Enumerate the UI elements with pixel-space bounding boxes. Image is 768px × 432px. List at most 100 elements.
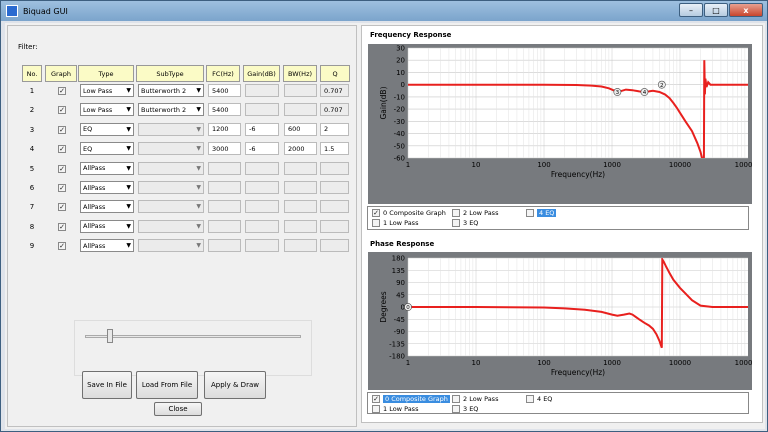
graph-checkbox[interactable]: ✓ bbox=[58, 125, 66, 134]
legend-checkbox[interactable]: ✓ bbox=[372, 209, 380, 217]
dropdown-arrow-icon[interactable]: ▼ bbox=[196, 106, 201, 113]
graph-checkbox[interactable]: ✓ bbox=[58, 242, 66, 251]
dropdown-arrow-icon[interactable]: ▼ bbox=[126, 223, 131, 230]
fc-input[interactable] bbox=[208, 200, 241, 214]
y-tick-label: -135 bbox=[389, 340, 405, 348]
q-input[interactable]: 2 bbox=[320, 122, 349, 136]
dropdown-arrow-icon[interactable]: ▼ bbox=[126, 203, 131, 210]
legend-item[interactable]: 4 EQ bbox=[526, 395, 552, 403]
subtype-select[interactable]: Butterworth 2 ▼ bbox=[138, 103, 204, 117]
type-select[interactable]: Low Pass ▼ bbox=[80, 103, 134, 117]
bw-input[interactable]: 600 bbox=[284, 122, 317, 136]
type-select[interactable]: EQ ▼ bbox=[80, 122, 134, 136]
fc-input[interactable]: 5400 bbox=[208, 84, 241, 97]
type-select[interactable]: EQ ▼ bbox=[80, 142, 134, 156]
gain-input bbox=[245, 219, 279, 233]
type-select[interactable]: AllPass ▼ bbox=[80, 161, 134, 175]
legend-item[interactable]: ✓ 0 Composite Graph bbox=[372, 395, 450, 403]
fc-input[interactable] bbox=[208, 181, 241, 194]
x-tick-label: 1 bbox=[406, 161, 410, 169]
gain-input bbox=[245, 161, 279, 175]
legend-checkbox[interactable] bbox=[526, 209, 534, 217]
subtype-select[interactable]: Butterworth 2 ▼ bbox=[138, 84, 204, 97]
fc-input[interactable]: 3000 bbox=[208, 142, 241, 156]
q-input bbox=[320, 200, 349, 214]
gain-input bbox=[245, 103, 279, 117]
gain-header: Gain(dB) bbox=[243, 65, 280, 82]
app-icon bbox=[6, 5, 18, 17]
row-number: 9 bbox=[29, 242, 35, 251]
minimize-button[interactable]: – bbox=[679, 3, 703, 17]
legend-checkbox[interactable] bbox=[526, 395, 534, 403]
fc-input[interactable]: 1200 bbox=[208, 122, 241, 136]
graph-checkbox[interactable]: ✓ bbox=[58, 184, 66, 192]
apply-draw-button[interactable]: Apply & Draw bbox=[204, 371, 266, 399]
maximize-button[interactable]: □ bbox=[704, 3, 728, 17]
subtype-select: ▼ bbox=[138, 219, 204, 233]
row-number: 7 bbox=[29, 203, 35, 212]
fc-input[interactable] bbox=[208, 219, 241, 233]
graph-checkbox[interactable]: ✓ bbox=[58, 145, 66, 154]
legend-item[interactable]: 2 Low Pass bbox=[452, 209, 498, 217]
type-select[interactable]: AllPass ▼ bbox=[80, 200, 134, 214]
filter-marker-label: 0 bbox=[406, 305, 410, 311]
legend-checkbox[interactable] bbox=[452, 405, 460, 413]
legend-checkbox[interactable] bbox=[452, 395, 460, 403]
type-select[interactable]: AllPass ▼ bbox=[80, 239, 134, 253]
gain-input bbox=[245, 181, 279, 194]
dropdown-arrow-icon[interactable]: ▼ bbox=[126, 145, 131, 152]
legend-item[interactable]: 3 EQ bbox=[452, 219, 478, 227]
dropdown-arrow-icon: ▼ bbox=[196, 145, 201, 153]
dropdown-arrow-icon[interactable]: ▼ bbox=[126, 242, 131, 249]
legend-item[interactable]: ✓ 0 Composite Graph bbox=[372, 209, 446, 217]
close-window-button[interactable]: x bbox=[729, 3, 763, 17]
x-axis-label: Frequency(Hz) bbox=[551, 368, 605, 377]
save-in-file-button[interactable]: Save In File bbox=[82, 371, 132, 399]
fc-input[interactable]: 5400 bbox=[208, 103, 241, 117]
q-input bbox=[320, 181, 349, 194]
bw-header: BW(Hz) bbox=[283, 65, 317, 82]
close-button[interactable]: Close bbox=[154, 402, 202, 416]
graph-checkbox[interactable]: ✓ bbox=[58, 222, 66, 231]
legend-item[interactable]: 4 EQ bbox=[526, 209, 557, 217]
legend-checkbox[interactable] bbox=[452, 209, 460, 217]
bw-input[interactable]: 2000 bbox=[284, 142, 317, 156]
q-input[interactable]: 1.5 bbox=[320, 142, 349, 156]
title-bar[interactable]: Biquad GUI – □ x bbox=[1, 1, 767, 21]
fc-input[interactable] bbox=[208, 161, 241, 175]
graph-checkbox[interactable]: ✓ bbox=[58, 203, 66, 212]
type-select[interactable]: AllPass ▼ bbox=[80, 181, 134, 194]
legend-item[interactable]: 1 Low Pass bbox=[372, 219, 418, 227]
graph-checkbox[interactable]: ✓ bbox=[58, 164, 66, 173]
fc-input[interactable] bbox=[208, 239, 241, 253]
slider-thumb[interactable] bbox=[106, 329, 113, 343]
type-value: Low Pass bbox=[83, 105, 113, 114]
fc-header: FC(Hz) bbox=[206, 65, 240, 82]
graph-checkbox[interactable]: ✓ bbox=[58, 106, 66, 115]
freq-legend: ✓ 0 Composite Graph 2 Low Pass 4 EQ 1 Low Pa… bbox=[367, 206, 749, 230]
legend-item[interactable]: 2 Low Pass bbox=[452, 395, 498, 403]
dropdown-arrow-icon: ▼ bbox=[196, 203, 201, 211]
y-tick-label: 10 bbox=[396, 69, 405, 77]
gain-input[interactable]: -6 bbox=[245, 122, 279, 136]
dropdown-arrow-icon[interactable]: ▼ bbox=[126, 106, 131, 113]
dropdown-arrow-icon[interactable]: ▼ bbox=[196, 87, 201, 94]
legend-checkbox[interactable] bbox=[372, 405, 380, 413]
legend-checkbox[interactable] bbox=[452, 219, 460, 227]
legend-checkbox[interactable]: ✓ bbox=[372, 395, 380, 403]
legend-item[interactable]: 1 Low Pass bbox=[372, 405, 418, 413]
gain-input[interactable]: -6 bbox=[245, 142, 279, 156]
legend-checkbox[interactable] bbox=[372, 219, 380, 227]
filter-marker-label: 2 bbox=[660, 83, 664, 89]
load-from-file-button[interactable]: Load From File bbox=[136, 371, 198, 399]
type-select[interactable]: AllPass ▼ bbox=[80, 219, 134, 233]
slider-track[interactable] bbox=[85, 335, 301, 338]
dropdown-arrow-icon[interactable]: ▼ bbox=[126, 165, 131, 172]
legend-item[interactable]: 3 EQ bbox=[452, 405, 478, 413]
graph-checkbox[interactable]: ✓ bbox=[58, 87, 66, 95]
dropdown-arrow-icon[interactable]: ▼ bbox=[126, 184, 131, 191]
filter-label: Filter: bbox=[18, 43, 38, 51]
type-select[interactable]: Low Pass ▼ bbox=[80, 84, 134, 97]
dropdown-arrow-icon[interactable]: ▼ bbox=[126, 87, 131, 94]
dropdown-arrow-icon[interactable]: ▼ bbox=[126, 126, 131, 133]
